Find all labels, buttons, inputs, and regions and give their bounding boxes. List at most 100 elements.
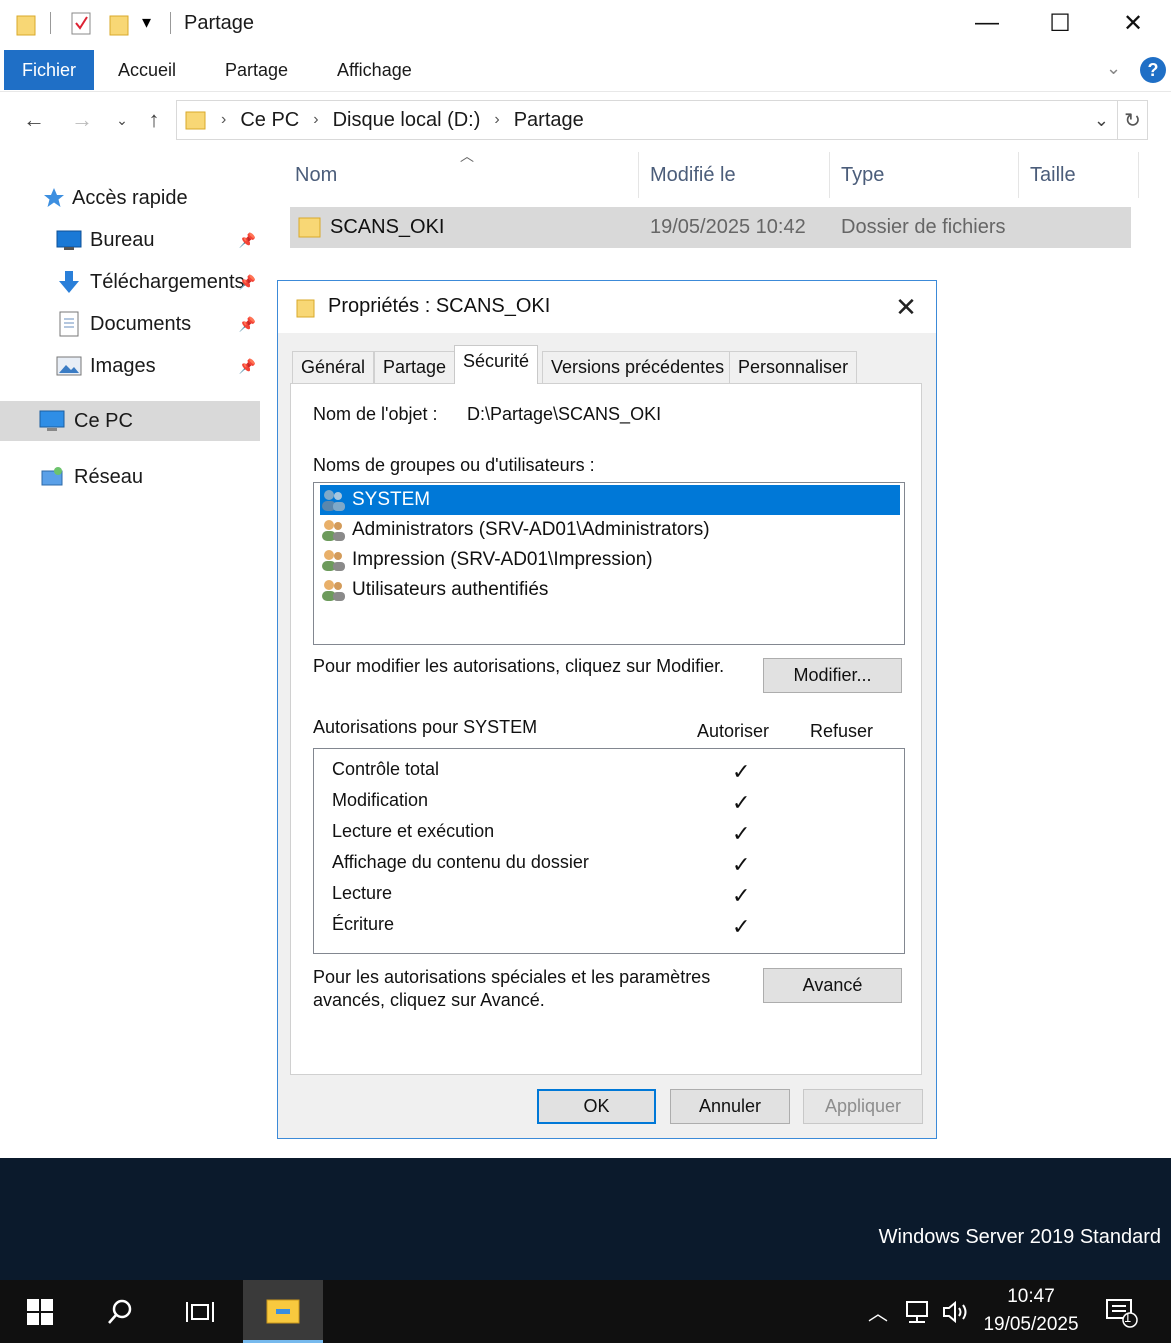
properties-check-icon[interactable] bbox=[70, 10, 94, 36]
breadcrumb-separator-icon: › bbox=[313, 111, 319, 128]
search-button[interactable] bbox=[80, 1280, 160, 1343]
nav-quick-access[interactable]: Accès rapide bbox=[0, 178, 260, 218]
start-button[interactable] bbox=[0, 1280, 80, 1343]
forward-arrow-icon[interactable]: → bbox=[64, 98, 100, 142]
images-icon bbox=[56, 356, 82, 376]
column-header-modified[interactable]: Modifié le bbox=[650, 152, 736, 198]
ribbon-tab-share[interactable]: Partage bbox=[211, 50, 302, 90]
show-hidden-icons-chevron-icon[interactable]: ︿ bbox=[862, 1280, 894, 1343]
permission-row: Lecture ✓ bbox=[332, 879, 892, 910]
pin-icon[interactable]: 📌 bbox=[239, 232, 256, 249]
nav-this-pc[interactable]: Ce PC bbox=[0, 401, 260, 441]
address-bar[interactable]: › Ce PC › Disque local (D:) › Partage ⌄ bbox=[176, 100, 1118, 140]
nav-item-label: Images bbox=[90, 354, 156, 377]
refresh-button[interactable]: ↻ bbox=[1118, 100, 1148, 140]
ribbon-tab-view[interactable]: Affichage bbox=[323, 50, 426, 90]
column-header-type[interactable]: Type bbox=[841, 152, 884, 198]
file-explorer-icon bbox=[266, 1299, 300, 1324]
ok-button[interactable]: OK bbox=[537, 1089, 656, 1124]
file-modified: 19/05/2025 10:42 bbox=[650, 216, 806, 238]
column-separator[interactable] bbox=[829, 152, 830, 198]
permission-row: Affichage du contenu du dossier ✓ bbox=[332, 848, 892, 879]
minimize-button[interactable]: — bbox=[951, 0, 1023, 46]
nav-network[interactable]: Réseau bbox=[0, 457, 260, 497]
network-status-icon[interactable] bbox=[900, 1280, 934, 1343]
allow-check-icon: ✓ bbox=[732, 852, 751, 877]
action-center-button[interactable]: 1 bbox=[1096, 1280, 1146, 1343]
nav-item-label: Documents bbox=[90, 312, 192, 335]
column-separator[interactable] bbox=[1138, 152, 1139, 198]
volume-icon[interactable] bbox=[938, 1280, 974, 1343]
permission-name: Lecture bbox=[332, 883, 393, 903]
tab-previous-versions[interactable]: Versions précédentes bbox=[542, 351, 734, 383]
dialog-close-icon[interactable]: ✕ bbox=[888, 289, 924, 325]
object-name-label: Nom de l'objet : bbox=[313, 404, 438, 424]
list-item-user[interactable]: SYSTEM bbox=[320, 485, 900, 515]
taskbar: ︿ 10:47 19/05/2025 1 bbox=[0, 1280, 1171, 1343]
breadcrumb-local-disk[interactable]: Disque local (D:) bbox=[333, 109, 481, 132]
file-row[interactable]: SCANS_OKI 19/05/2025 10:42 Dossier de fi… bbox=[290, 207, 1131, 248]
nav-item-documents[interactable]: Documents 📌 bbox=[0, 304, 260, 344]
computer-icon bbox=[39, 410, 65, 431]
tab-sharing[interactable]: Partage bbox=[374, 351, 456, 383]
speaker-icon bbox=[943, 1300, 967, 1323]
ribbon-expand-icon[interactable]: ⌄ bbox=[1106, 58, 1121, 79]
tab-customize[interactable]: Personnaliser bbox=[729, 351, 858, 383]
pin-icon[interactable]: 📌 bbox=[239, 274, 256, 291]
allow-check-icon: ✓ bbox=[732, 821, 751, 846]
address-dropdown-chevron-icon[interactable]: ⌄ bbox=[1094, 110, 1109, 131]
column-header-size[interactable]: Taille bbox=[1030, 152, 1076, 198]
breadcrumb-partage[interactable]: Partage bbox=[514, 109, 584, 132]
users-list[interactable]: SYSTEM Administrators (SRV-AD01\Administ… bbox=[313, 482, 905, 645]
ribbon-tab-home[interactable]: Accueil bbox=[104, 50, 190, 90]
column-separator[interactable] bbox=[638, 152, 639, 198]
maximize-button[interactable]: ☐ bbox=[1024, 0, 1096, 46]
list-item-user[interactable]: Impression (SRV-AD01\Impression) bbox=[320, 545, 900, 575]
allow-check-icon: ✓ bbox=[732, 790, 751, 815]
windows-logo-icon bbox=[27, 1298, 53, 1325]
apply-button[interactable]: Appliquer bbox=[803, 1089, 923, 1124]
advanced-button[interactable]: Avancé bbox=[763, 968, 902, 1003]
search-icon bbox=[108, 1299, 132, 1324]
folder-icon bbox=[298, 217, 321, 238]
clock-date: 19/05/2025 bbox=[983, 1314, 1079, 1335]
clock-time: 10:47 bbox=[1007, 1286, 1055, 1307]
recent-locations-chevron-icon[interactable]: ⌄ bbox=[104, 98, 140, 142]
desktop-background: Windows Server 2019 Standard bbox=[0, 1158, 1171, 1280]
network-wired-icon bbox=[906, 1300, 928, 1323]
tab-general[interactable]: Général bbox=[292, 351, 375, 383]
modify-hint: Pour modifier les autorisations, cliquez… bbox=[313, 656, 725, 676]
up-arrow-icon[interactable]: ↑ bbox=[136, 98, 172, 142]
nav-item-images[interactable]: Images 📌 bbox=[0, 346, 260, 386]
folder-icon bbox=[185, 111, 206, 130]
cancel-button[interactable]: Annuler bbox=[670, 1089, 790, 1124]
breadcrumb-this-pc[interactable]: Ce PC bbox=[240, 109, 299, 132]
ribbon-tab-file[interactable]: Fichier bbox=[4, 50, 94, 90]
navigation-pane: Accès rapide Bureau 📌 Téléchargements 📌 … bbox=[0, 178, 262, 498]
groups-label: Noms de groupes ou d'utilisateurs : bbox=[313, 455, 595, 475]
task-view-button[interactable] bbox=[160, 1280, 240, 1343]
pin-icon[interactable]: 📌 bbox=[239, 358, 256, 375]
new-folder-icon[interactable] bbox=[108, 12, 130, 36]
system-clock[interactable]: 10:47 19/05/2025 bbox=[976, 1280, 1086, 1343]
user-group-icon bbox=[322, 520, 345, 541]
list-item-user[interactable]: Administrators (SRV-AD01\Administrators) bbox=[320, 515, 900, 545]
back-arrow-icon[interactable]: ← bbox=[16, 98, 52, 142]
security-tab-panel: Nom de l'objet : D:\Partage\SCANS_OKI No… bbox=[290, 383, 922, 1075]
list-item-user[interactable]: Utilisateurs authentifiés bbox=[320, 575, 900, 605]
column-separator[interactable] bbox=[1018, 152, 1019, 198]
pin-icon[interactable]: 📌 bbox=[239, 316, 256, 333]
help-icon[interactable]: ? bbox=[1140, 57, 1166, 83]
column-header-name[interactable]: Nom bbox=[295, 152, 337, 198]
modify-button[interactable]: Modifier... bbox=[763, 658, 902, 693]
user-group-icon bbox=[322, 580, 345, 601]
permissions-list: Contrôle total ✓ Modification ✓ Lecture et… bbox=[313, 748, 905, 954]
notification-icon bbox=[1106, 1298, 1138, 1328]
nav-item-downloads[interactable]: Téléchargements 📌 bbox=[0, 262, 260, 302]
close-button[interactable]: ✕ bbox=[1097, 0, 1169, 46]
file-explorer-taskbar-button[interactable] bbox=[243, 1280, 323, 1343]
tab-security[interactable]: Sécurité bbox=[454, 345, 539, 384]
nav-item-bureau[interactable]: Bureau 📌 bbox=[0, 220, 260, 260]
quick-access-toolbar-dropdown-icon[interactable]: ▾ bbox=[142, 12, 151, 33]
permission-row: Contrôle total ✓ bbox=[332, 755, 892, 786]
